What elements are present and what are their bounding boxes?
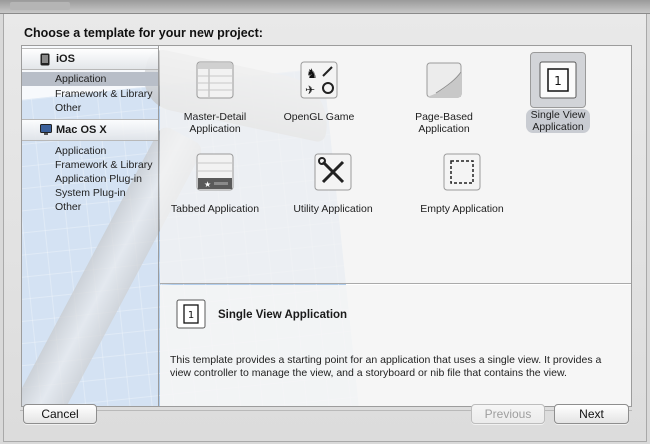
template-utility-label: Utility Application (293, 203, 373, 215)
sidebar-section-ios-label: iOS (56, 53, 75, 65)
svg-text:♞: ♞ (306, 66, 318, 81)
new-project-sheet: Choose a template for your new project: … (3, 14, 647, 442)
utility-tools-icon (314, 153, 352, 191)
template-single-view-label-1: Single View (530, 109, 586, 121)
description-title: Single View Application (218, 309, 348, 321)
sidebar-section-mac-label: Mac OS X (56, 124, 107, 136)
svg-text:✈: ✈ (305, 83, 315, 97)
template-tabbed-label: Tabbed Application (170, 203, 260, 215)
sidebar-item-mac-app-plugin[interactable]: Application Plug-in (22, 172, 158, 186)
template-single-view[interactable]: 1 Single View Application (503, 52, 613, 133)
next-button[interactable]: Next (554, 404, 629, 424)
sidebar-item-mac-application[interactable]: Application (22, 144, 158, 158)
sidebar-item-ios-framework-library[interactable]: Framework & Library (22, 87, 158, 101)
template-master-detail[interactable]: Master-Detail Application (160, 60, 270, 135)
window-titlebar-strip (0, 0, 650, 14)
template-chooser: iOS Application Framework & Library Othe… (21, 45, 632, 407)
single-view-icon: 1 (176, 299, 206, 329)
template-empty-label: Empty Application (420, 203, 504, 215)
cancel-button[interactable]: Cancel (23, 404, 97, 424)
single-view-icon-glyph: 1 (554, 74, 562, 88)
platform-sidebar: iOS Application Framework & Library Othe… (22, 46, 159, 406)
template-empty[interactable]: Empty Application (407, 152, 517, 215)
template-single-view-label-2: Application (532, 121, 584, 133)
template-grid: Master-Detail Application ♞ ✈ OpenGL Gam… (160, 46, 631, 284)
template-master-detail-label-1: Master-Detail (183, 111, 247, 123)
page-curl-icon (426, 62, 462, 98)
sidebar-item-mac-framework-library[interactable]: Framework & Library (22, 158, 158, 172)
sidebar-section-mac[interactable]: Mac OS X (22, 119, 158, 141)
sidebar-item-mac-other[interactable]: Other (22, 200, 158, 214)
template-opengl-game[interactable]: ♞ ✈ OpenGL Game (264, 60, 374, 123)
sidebar-section-ios[interactable]: iOS (22, 48, 158, 70)
template-opengl-game-label: OpenGL Game (283, 111, 355, 123)
template-page-based[interactable]: Page-Based Application (389, 60, 499, 135)
tab-bar-icon: ★ (196, 153, 234, 191)
sidebar-item-mac-system-plugin[interactable]: System Plug-in (22, 186, 158, 200)
previous-button[interactable]: Previous (471, 404, 545, 424)
svg-text:★: ★ (204, 180, 211, 189)
empty-dashed-icon (443, 153, 481, 191)
sheet-title: Choose a template for your new project: (24, 26, 263, 40)
sidebar-item-ios-other[interactable]: Other (22, 101, 158, 115)
template-page-based-label-2: Application (418, 123, 470, 135)
master-detail-icon (196, 61, 234, 99)
description-text: This template provides a starting point … (170, 354, 602, 379)
description-icon-glyph: 1 (188, 310, 194, 321)
template-utility[interactable]: Utility Application (278, 152, 388, 215)
template-page-based-label-1: Page-Based (415, 111, 473, 123)
opengl-game-icon: ♞ ✈ (300, 61, 338, 99)
mac-icon (40, 124, 52, 135)
single-view-icon: 1 (539, 61, 577, 99)
sidebar-item-ios-application[interactable]: Application (22, 72, 158, 86)
template-tabbed[interactable]: ★ Tabbed Application (160, 152, 270, 215)
iphone-icon (40, 53, 50, 66)
template-description-panel: 1 Single View Application This template … (160, 285, 631, 406)
template-master-detail-label-2: Application (189, 123, 241, 135)
